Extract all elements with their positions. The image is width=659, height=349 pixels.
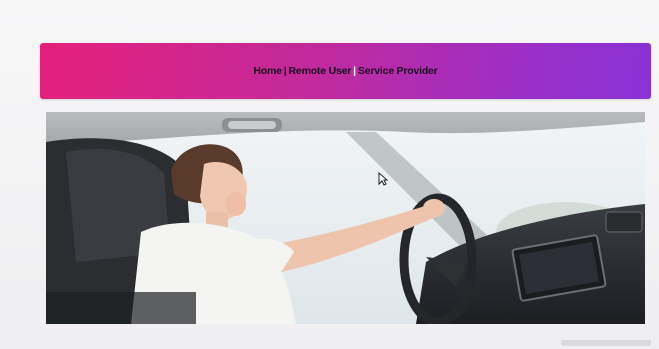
page: Home | Remote User | Service Provider xyxy=(0,0,659,349)
mouse-pointer-icon xyxy=(378,172,388,186)
nav-separator: | xyxy=(283,65,287,77)
nav-link-home[interactable]: Home xyxy=(253,65,282,77)
nav-link-remote-user[interactable]: Remote User xyxy=(289,65,352,77)
nav-separator: | xyxy=(353,65,356,77)
header-banner: Home | Remote User | Service Provider xyxy=(40,43,651,99)
watermark xyxy=(561,340,651,346)
top-nav: Home | Remote User | Service Provider xyxy=(253,65,437,77)
nav-link-service-provider[interactable]: Service Provider xyxy=(358,65,438,77)
hero-illustration xyxy=(46,112,645,324)
hero-image xyxy=(46,112,645,324)
